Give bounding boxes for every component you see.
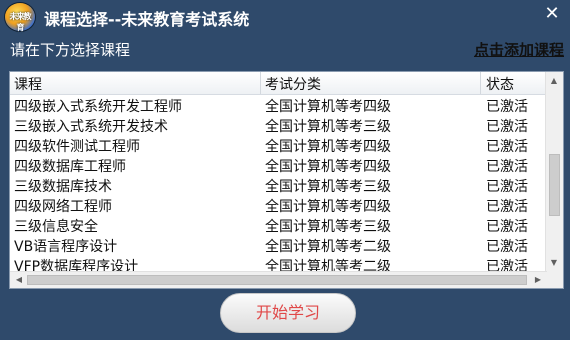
- instruction-text: 请在下方选择课程: [10, 41, 131, 59]
- column-divider: [260, 72, 261, 94]
- title-bar: 未来教育 课程选择--未来教育考试系统 ✕: [0, 0, 570, 34]
- scroll-down-arrow-icon[interactable]: ▼: [548, 258, 560, 268]
- course-status: 已激活: [486, 99, 528, 115]
- course-status: 已激活: [486, 239, 528, 255]
- horizontal-scroll-thumb[interactable]: [27, 275, 527, 285]
- exam-category: 全国计算机等考三级: [265, 219, 391, 235]
- column-header-status[interactable]: 状态: [486, 74, 514, 94]
- course-status: 已激活: [486, 119, 528, 135]
- list-rows: 四级嵌入式系统开发工程师 全国计算机等考四级 已激活 三级嵌入式系统开发技术 全国计算…: [10, 95, 548, 273]
- column-header-course[interactable]: 课程: [14, 74, 42, 94]
- course-status: 已激活: [486, 199, 528, 215]
- table-row[interactable]: 四级软件测试工程师 全国计算机等考四级 已激活: [10, 135, 548, 155]
- course-name: 三级嵌入式系统开发技术: [14, 119, 168, 135]
- vertical-scroll-thumb[interactable]: [549, 154, 560, 216]
- vertical-scrollbar[interactable]: ▲ ▼: [545, 72, 563, 272]
- course-name: 三级数据库技术: [14, 179, 112, 195]
- table-row[interactable]: VB语言程序设计 全国计算机等考二级 已激活: [10, 235, 548, 255]
- column-divider: [480, 72, 481, 94]
- course-name: 三级信息安全: [14, 219, 98, 235]
- table-row[interactable]: 四级数据库工程师 全国计算机等考四级 已激活: [10, 155, 548, 175]
- exam-category: 全国计算机等考三级: [265, 119, 391, 135]
- course-name: 四级软件测试工程师: [14, 139, 140, 155]
- exam-category: 全国计算机等考四级: [265, 139, 391, 155]
- course-list: 课程 考试分类 状态 四级嵌入式系统开发工程师 全国计算机等考四级 已激活 三级嵌入…: [9, 71, 564, 289]
- scroll-right-arrow-icon[interactable]: ▶: [532, 275, 544, 285]
- exam-category: 全国计算机等考三级: [265, 179, 391, 195]
- app-logo-icon: 未来教育: [5, 3, 35, 32]
- scrollbar-corner: [546, 272, 563, 288]
- table-row[interactable]: 三级嵌入式系统开发技术 全国计算机等考三级 已激活: [10, 115, 548, 135]
- start-learning-button[interactable]: 开始学习: [220, 293, 356, 333]
- column-header-category[interactable]: 考试分类: [265, 74, 321, 94]
- course-name: 四级网络工程师: [14, 199, 112, 215]
- exam-category: 全国计算机等考四级: [265, 199, 391, 215]
- exam-category: 全国计算机等考四级: [265, 159, 391, 175]
- course-status: 已激活: [486, 179, 528, 195]
- table-row[interactable]: 四级嵌入式系统开发工程师 全国计算机等考四级 已激活: [10, 95, 548, 115]
- exam-category: 全国计算机等考二级: [265, 239, 391, 255]
- table-row[interactable]: 四级网络工程师 全国计算机等考四级 已激活: [10, 195, 548, 215]
- table-row[interactable]: 三级数据库技术 全国计算机等考三级 已激活: [10, 175, 548, 195]
- close-button[interactable]: ✕: [544, 5, 560, 23]
- course-name: VB语言程序设计: [14, 239, 118, 255]
- exam-category: 全国计算机等考四级: [265, 99, 391, 115]
- horizontal-scrollbar[interactable]: ◀ ▶: [10, 271, 547, 288]
- course-name: 四级嵌入式系统开发工程师: [14, 99, 182, 115]
- scroll-left-arrow-icon[interactable]: ◀: [13, 275, 25, 285]
- course-status: 已激活: [486, 159, 528, 175]
- course-status: 已激活: [486, 219, 528, 235]
- course-status: 已激活: [486, 139, 528, 155]
- list-header: 课程 考试分类 状态: [10, 72, 555, 95]
- course-name: 四级数据库工程师: [14, 159, 126, 175]
- table-row[interactable]: 三级信息安全 全国计算机等考三级 已激活: [10, 215, 548, 235]
- logo-text: 未来教育: [9, 12, 32, 32]
- scroll-up-arrow-icon[interactable]: ▲: [548, 76, 560, 86]
- window-title: 课程选择--未来教育考试系统: [44, 10, 250, 29]
- add-course-link[interactable]: 点击添加课程: [474, 39, 564, 60]
